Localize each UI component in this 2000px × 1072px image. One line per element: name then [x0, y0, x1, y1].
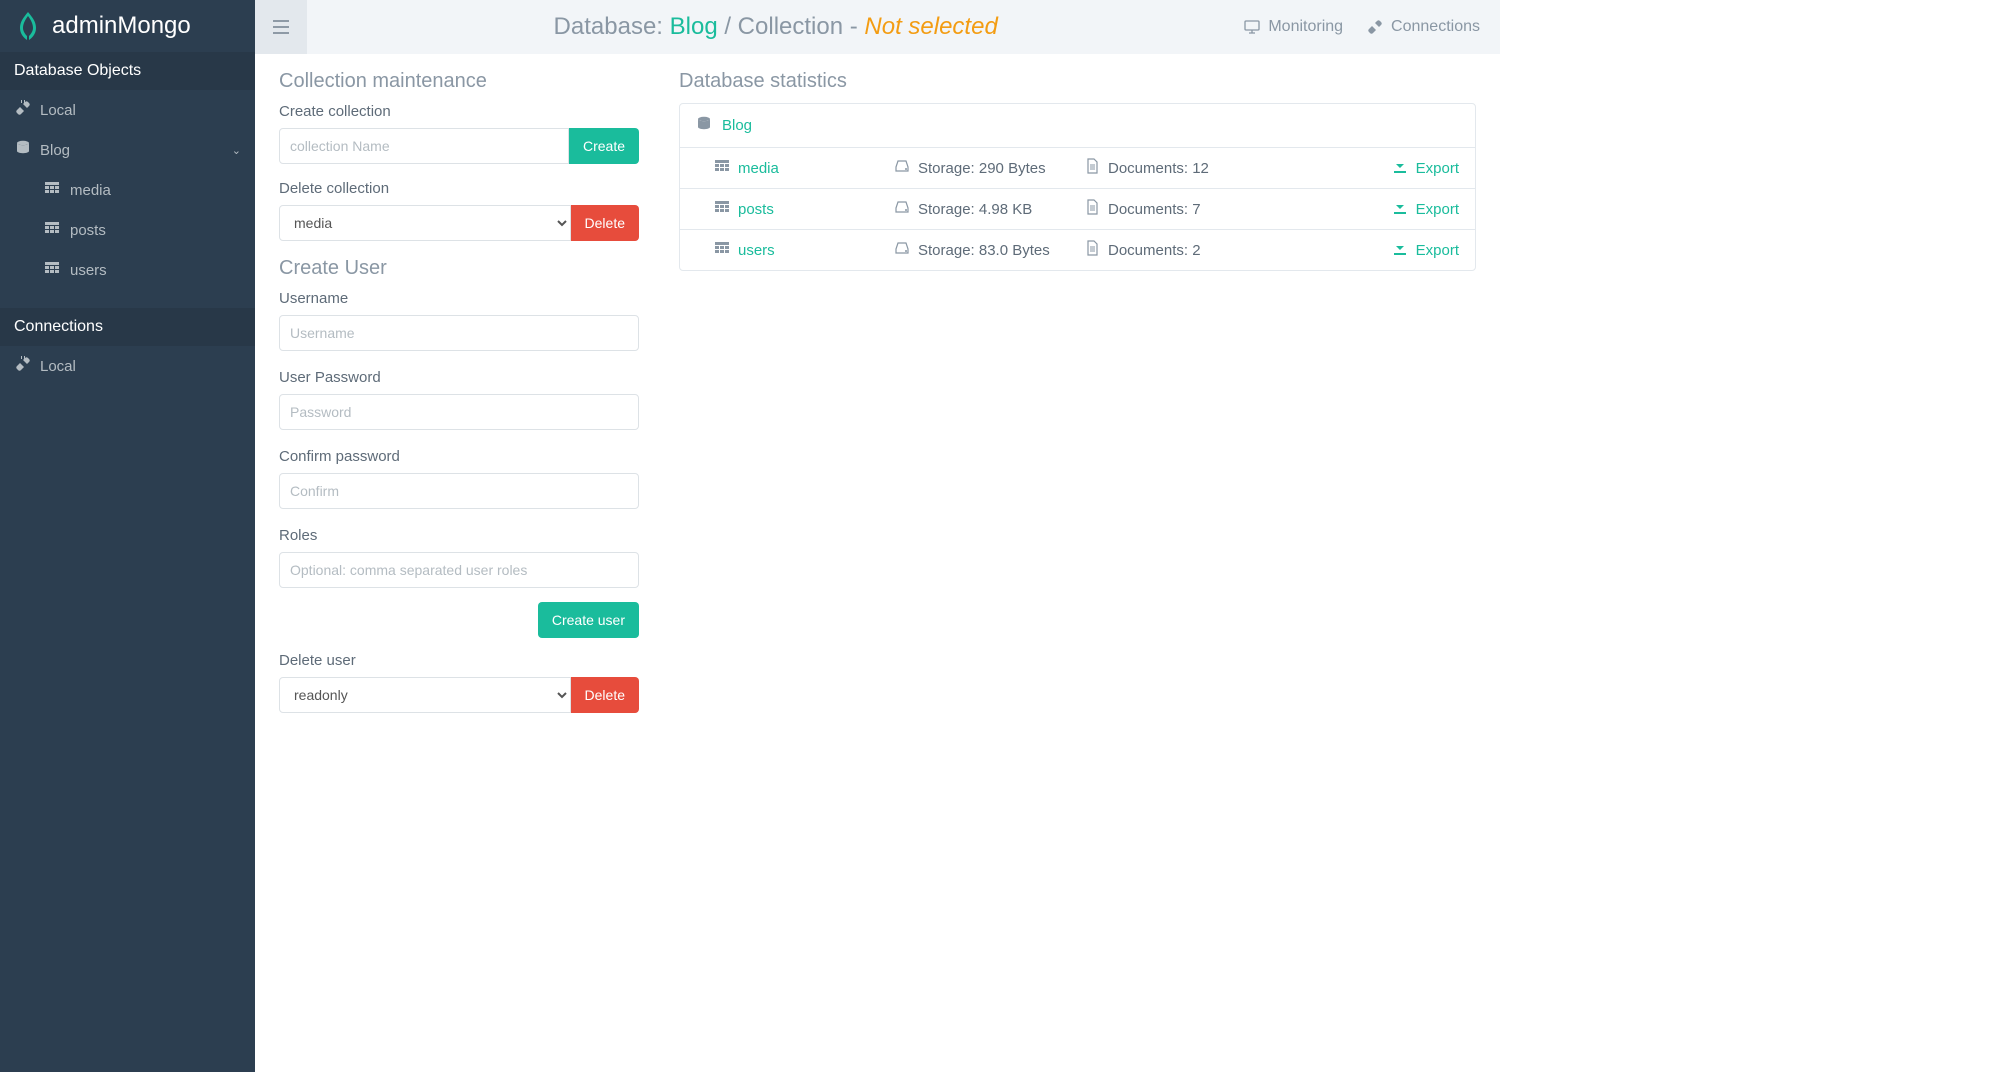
sidebar-item-label: media — [70, 182, 111, 199]
export-link[interactable]: Export — [1364, 240, 1459, 260]
collection-link-users[interactable]: users — [738, 242, 775, 259]
sidebar-item-collection-posts[interactable]: posts — [0, 210, 255, 250]
create-user-heading: Create User — [279, 257, 639, 280]
collection-link-media[interactable]: media — [738, 160, 779, 177]
monitor-icon — [1244, 19, 1260, 35]
hamburger-icon — [273, 20, 289, 34]
download-icon — [1392, 158, 1408, 178]
download-icon — [1392, 199, 1408, 219]
monitoring-link[interactable]: Monitoring — [1244, 18, 1343, 36]
sidebar-item-database-blog[interactable]: Blog ⌄ — [0, 130, 255, 170]
create-collection-button[interactable]: Create — [569, 128, 639, 164]
breadcrumb-collection: Not selected — [864, 13, 997, 40]
mongo-leaf-icon — [16, 12, 40, 40]
password-label: User Password — [279, 369, 639, 386]
table-icon — [714, 199, 730, 219]
stats-row: users Storage: 83.0 Bytes Documents: 2 — [680, 230, 1475, 270]
chevron-down-icon: ⌄ — [232, 144, 241, 157]
sidebar-item-collection-media[interactable]: media — [0, 170, 255, 210]
export-label: Export — [1416, 242, 1459, 259]
confirm-password-label: Confirm password — [279, 448, 639, 465]
plug-icon — [1367, 19, 1383, 35]
roles-label: Roles — [279, 527, 639, 544]
breadcrumb: Database: Blog / Collection - Not select… — [307, 13, 1244, 41]
file-icon — [1084, 240, 1100, 260]
table-icon — [714, 240, 730, 260]
content: Collection maintenance Create collection… — [255, 54, 1500, 745]
collection-maintenance-heading: Collection maintenance — [279, 70, 639, 93]
sidebar-header-connections: Connections — [0, 308, 255, 346]
hdd-icon — [894, 240, 910, 260]
table-icon — [44, 220, 62, 240]
create-collection-label: Create collection — [279, 103, 639, 120]
password-input[interactable] — [279, 394, 639, 430]
database-statistics-heading: Database statistics — [679, 70, 1476, 93]
brand[interactable]: adminMongo — [0, 0, 255, 52]
breadcrumb-mid: / Collection - — [718, 13, 865, 40]
breadcrumb-prefix: Database: — [554, 13, 670, 40]
delete-collection-label: Delete collection — [279, 180, 639, 197]
connections-link[interactable]: Connections — [1367, 18, 1480, 36]
collection-maintenance-panel: Collection maintenance Create collection… — [279, 70, 639, 729]
documents-value: Documents: 7 — [1108, 201, 1201, 218]
plug-icon — [14, 100, 32, 120]
delete-user-button[interactable]: Delete — [571, 677, 639, 713]
sidebar-toggle-button[interactable] — [255, 0, 307, 54]
delete-collection-select[interactable]: media — [279, 205, 571, 241]
export-label: Export — [1416, 160, 1459, 177]
file-icon — [1084, 158, 1100, 178]
topbar: Database: Blog / Collection - Not select… — [255, 0, 1500, 54]
hdd-icon — [894, 158, 910, 178]
sidebar-item-label: Blog — [40, 142, 70, 159]
export-label: Export — [1416, 201, 1459, 218]
delete-collection-button[interactable]: Delete — [571, 205, 639, 241]
hdd-icon — [894, 199, 910, 219]
username-label: Username — [279, 290, 639, 307]
export-link[interactable]: Export — [1364, 199, 1459, 219]
stats-db-header[interactable]: Blog — [680, 104, 1475, 148]
sidebar-item-collection-users[interactable]: users — [0, 250, 255, 290]
database-icon — [14, 140, 32, 160]
sidebar-item-label: posts — [70, 222, 106, 239]
database-statistics-panel: Database statistics Blog media — [679, 70, 1476, 729]
sidebar-item-label: Local — [40, 102, 76, 119]
delete-user-select[interactable]: readonly — [279, 677, 571, 713]
storage-value: Storage: 4.98 KB — [918, 201, 1032, 218]
stats-row: media Storage: 290 Bytes Documents: 12 — [680, 148, 1475, 189]
plug-icon — [14, 356, 32, 376]
brand-text: adminMongo — [52, 12, 191, 40]
sidebar-item-connection-local[interactable]: Local — [0, 90, 255, 130]
database-icon — [696, 116, 712, 135]
create-user-button[interactable]: Create user — [538, 602, 639, 638]
connections-label: Connections — [1391, 18, 1480, 36]
roles-input[interactable] — [279, 552, 639, 588]
sidebar-item-label: Local — [40, 358, 76, 375]
download-icon — [1392, 240, 1408, 260]
username-input[interactable] — [279, 315, 639, 351]
confirm-password-input[interactable] — [279, 473, 639, 509]
sidebar-item-label: users — [70, 262, 107, 279]
storage-value: Storage: 83.0 Bytes — [918, 242, 1050, 259]
export-link[interactable]: Export — [1364, 158, 1459, 178]
table-icon — [44, 180, 62, 200]
delete-user-label: Delete user — [279, 652, 639, 669]
table-icon — [44, 260, 62, 280]
sidebar-header-objects: Database Objects — [0, 52, 255, 90]
documents-value: Documents: 12 — [1108, 160, 1209, 177]
topbar-links: Monitoring Connections — [1244, 18, 1500, 36]
breadcrumb-database[interactable]: Blog — [670, 13, 718, 40]
create-collection-input[interactable] — [279, 128, 569, 164]
stats-db-name: Blog — [722, 117, 752, 134]
table-icon — [714, 158, 730, 178]
storage-value: Storage: 290 Bytes — [918, 160, 1046, 177]
stats-table: Blog media Storage: 290 Bytes — [679, 103, 1476, 271]
file-icon — [1084, 199, 1100, 219]
monitoring-label: Monitoring — [1268, 18, 1343, 36]
sidebar: adminMongo Database Objects Local Blog ⌄… — [0, 0, 255, 1072]
documents-value: Documents: 2 — [1108, 242, 1201, 259]
stats-row: posts Storage: 4.98 KB Documents: 7 — [680, 189, 1475, 230]
main: Database: Blog / Collection - Not select… — [255, 0, 1500, 1072]
collection-link-posts[interactable]: posts — [738, 201, 774, 218]
sidebar-item-conn-local[interactable]: Local — [0, 346, 255, 386]
